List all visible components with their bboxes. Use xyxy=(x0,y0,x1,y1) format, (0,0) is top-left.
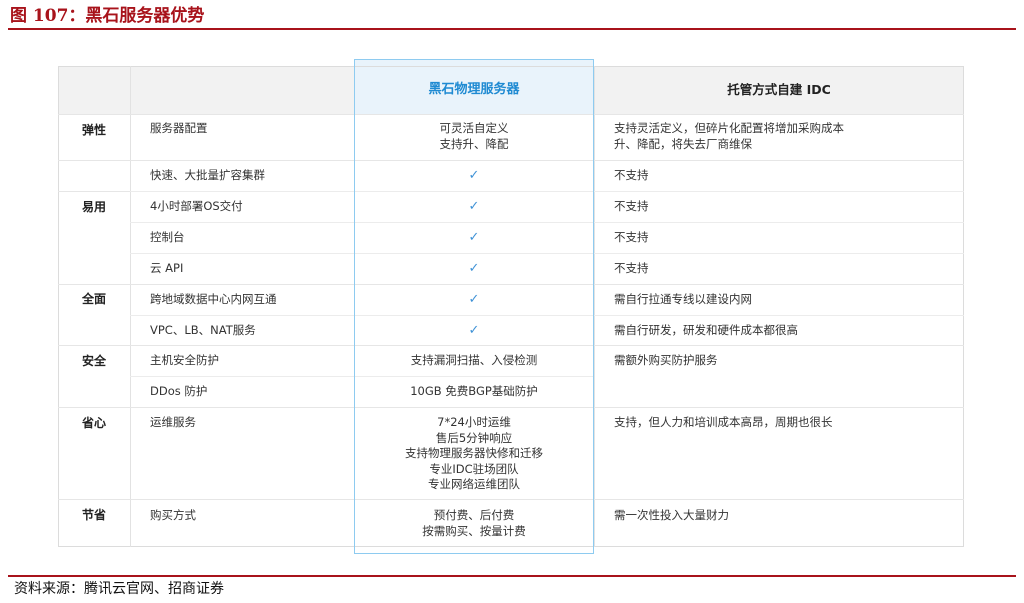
idc-fast-scaling: 不支持 xyxy=(614,168,649,182)
feature-server-config: 服务器配置 xyxy=(150,121,208,135)
idc-console: 不支持 xyxy=(614,230,649,244)
idc-server-config: 支持灵活定义，但碎片化配置将增加采购成本 升、降配，将失去厂商维保 xyxy=(614,121,844,151)
idc-security: 需额外购买防护服务 xyxy=(614,353,718,367)
col-header-idc: 托管方式自建 IDC xyxy=(727,82,831,97)
feature-host-security: 主机安全防护 xyxy=(150,353,219,367)
category-comprehensive: 全面 xyxy=(81,292,106,306)
feature-console: 控制台 xyxy=(150,230,185,244)
comparison-table: 黑石物理服务器 托管方式自建 IDC 弹性 易用 全面 安全 省心 节省 服务器… xyxy=(58,59,964,554)
source-rule xyxy=(8,575,1016,577)
idc-ops-service: 支持，但人力和培训成本高昂，周期也很长 xyxy=(614,415,833,429)
feature-ops-service: 运维服务 xyxy=(150,415,196,429)
feature-os-delivery: 4小时部署OS交付 xyxy=(150,199,243,213)
highlight-column-frame xyxy=(354,59,594,554)
idc-vpc-lb-nat: 需自行研发，研发和硬件成本都很高 xyxy=(614,323,798,337)
category-easy: 易用 xyxy=(81,200,106,214)
idc-cross-region: 需自行拉通专线以建设内网 xyxy=(614,292,752,306)
category-saving: 节省 xyxy=(81,508,106,522)
category-elastic: 弹性 xyxy=(81,123,106,137)
feature-fast-scaling: 快速、大批量扩容集群 xyxy=(150,168,265,182)
figure-title: 图 107：黑石服务器优势 xyxy=(10,6,205,26)
feature-purchase: 购买方式 xyxy=(150,508,196,522)
category-security: 安全 xyxy=(81,354,106,368)
feature-cloud-api: 云 API xyxy=(150,261,184,275)
feature-ddos: DDos 防护 xyxy=(150,384,208,398)
idc-cloud-api: 不支持 xyxy=(614,261,649,275)
title-rule xyxy=(8,28,1016,30)
feature-vpc-lb-nat: VPC、LB、NAT服务 xyxy=(150,323,256,337)
idc-os-delivery: 不支持 xyxy=(614,199,649,213)
category-worry-free: 省心 xyxy=(81,416,106,430)
source-note: 资料来源：腾讯云官网、招商证券 xyxy=(14,581,224,597)
idc-purchase: 需一次性投入大量财力 xyxy=(614,508,729,522)
feature-cross-region: 跨地域数据中心内网互通 xyxy=(150,292,277,306)
